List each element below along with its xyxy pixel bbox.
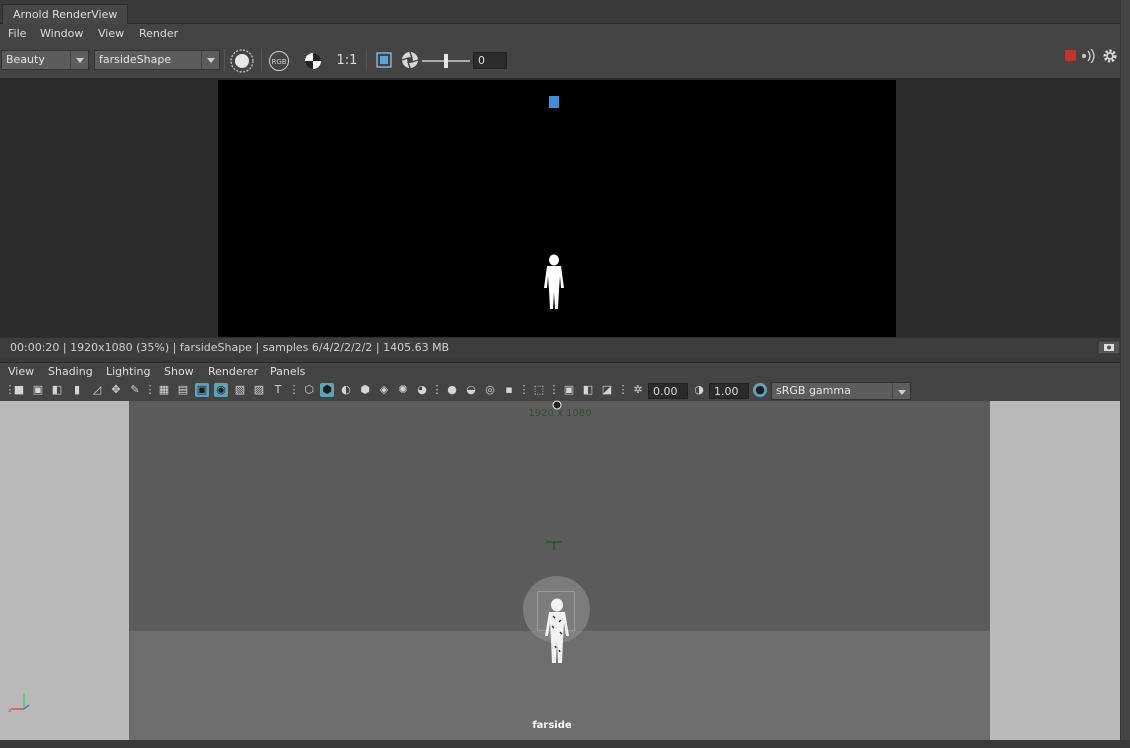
render-status-text: 00:00:20 | 1920x1080 (35%) | farsideShap… xyxy=(10,341,450,354)
xray-icon[interactable]: ◈ xyxy=(377,383,391,397)
stop-render-icon[interactable] xyxy=(1065,50,1076,61)
colorspace-dropdown-value: sRGB gamma xyxy=(776,384,851,397)
gamma-icon[interactable]: ◑ xyxy=(692,383,706,397)
bookmark-icon[interactable]: ▮ xyxy=(70,383,84,397)
viewport-menu-bar: View Shading Lighting Show Renderer Pane… xyxy=(0,363,1122,381)
toolbar-separator xyxy=(366,49,367,71)
safe-action-icon[interactable]: ▨ xyxy=(252,383,266,397)
zoom-one-to-one-button[interactable]: 1:1 xyxy=(334,51,360,71)
menu-window[interactable]: Window xyxy=(40,26,83,41)
camera-name-label: farside xyxy=(532,720,572,731)
aov-dropdown-value: Beauty xyxy=(6,53,45,66)
toolbar-separator: ⋮ xyxy=(617,383,629,396)
color-management-toggle-icon[interactable]: ● xyxy=(753,383,767,397)
depth-of-field-icon[interactable]: ▪ xyxy=(502,383,516,397)
rendered-image[interactable] xyxy=(218,80,896,337)
field-chart-icon[interactable]: ▧ xyxy=(233,383,247,397)
motion-blur-icon[interactable]: ◒ xyxy=(464,383,478,397)
toolbar-separator: ⋮ xyxy=(144,383,156,396)
renderview-toolbar: Beauty farsideShape RGB 1:1 0 xyxy=(0,43,1130,78)
camera-select-icon[interactable]: ■ xyxy=(12,383,26,397)
locator-icon[interactable] xyxy=(545,538,563,552)
image-plane-icon[interactable]: ◿ xyxy=(90,383,104,397)
viewport-gamma-field[interactable]: 1.00 xyxy=(709,383,749,399)
toolbar-separator: ⋮ xyxy=(518,383,530,396)
chevron-down-icon xyxy=(892,383,910,399)
2d-pan-zoom-icon[interactable]: ✥ xyxy=(109,383,123,397)
vp-menu-lighting[interactable]: Lighting xyxy=(106,364,150,379)
gate-mask-icon[interactable]: ◉ xyxy=(214,383,228,397)
svg-text:x: x xyxy=(8,707,12,714)
xray-active-icon[interactable]: ◧ xyxy=(581,383,595,397)
default-material-icon[interactable]: ◐ xyxy=(339,383,353,397)
camera-dropdown[interactable]: farsideShape xyxy=(94,50,220,70)
window-bottom-border xyxy=(0,740,1130,748)
character-model[interactable] xyxy=(541,598,573,664)
selection-marker-icon xyxy=(549,96,559,108)
broadcast-icon[interactable] xyxy=(1080,48,1098,64)
smooth-shade-icon[interactable]: ⬢ xyxy=(320,383,334,397)
render-status-bar: 00:00:20 | 1920x1080 (35%) | farsideShap… xyxy=(0,337,1122,357)
axis-gizmo-icon: x xyxy=(8,693,30,714)
toolbar-separator: ⋮ xyxy=(288,383,300,396)
alpha-checker-icon[interactable] xyxy=(303,51,323,71)
viewport-exposure-field[interactable]: 0.00 xyxy=(648,383,688,399)
renderview-menu-bar: File Window View Render xyxy=(0,24,1130,43)
render-button-icon[interactable] xyxy=(229,48,255,74)
resolution-gate-icon[interactable]: ▣ xyxy=(195,383,209,397)
menu-file[interactable]: File xyxy=(8,26,26,41)
camera-attributes-icon[interactable]: ▣ xyxy=(31,383,45,397)
grid-icon[interactable]: ▦ xyxy=(157,383,171,397)
window-tab-strip: Arnold RenderView xyxy=(0,0,1130,24)
camera-bookmark-icon[interactable]: ◧ xyxy=(50,383,64,397)
wireframe-icon[interactable]: ⬡ xyxy=(302,383,316,397)
aov-dropdown[interactable]: Beauty xyxy=(1,50,89,70)
window-right-border xyxy=(1120,0,1130,748)
anti-aliasing-icon[interactable]: ◎ xyxy=(483,383,497,397)
grease-pencil-icon[interactable]: ✎ xyxy=(128,383,142,397)
screen-space-ao-icon[interactable]: ● xyxy=(445,383,459,397)
window-tab-arnold-renderview[interactable]: Arnold RenderView xyxy=(2,4,129,24)
vp-menu-show[interactable]: Show xyxy=(164,364,194,379)
toolbar-separator: ⋮ xyxy=(548,383,560,396)
rendered-character-silhouette xyxy=(544,254,564,309)
isolate-select-icon[interactable]: ⬚ xyxy=(532,383,546,397)
backface-culling-icon[interactable]: ◪ xyxy=(600,383,614,397)
exposure-value-field[interactable]: 0 xyxy=(473,52,507,69)
colorspace-dropdown[interactable]: sRGB gamma xyxy=(771,382,911,400)
toolbar-separator xyxy=(261,49,262,71)
film-gate-icon[interactable]: ▤ xyxy=(176,383,190,397)
rgb-channel-icon[interactable]: RGB xyxy=(268,50,290,72)
chevron-down-icon xyxy=(70,51,88,69)
chevron-down-icon xyxy=(201,51,219,69)
menu-view[interactable]: View xyxy=(98,26,124,41)
camera-dropdown-value: farsideShape xyxy=(99,53,172,66)
menu-render[interactable]: Render xyxy=(139,26,178,41)
vp-menu-panels[interactable]: Panels xyxy=(270,364,305,379)
textured-icon[interactable]: ⬢ xyxy=(358,383,372,397)
safe-title-icon[interactable]: T xyxy=(271,383,285,397)
aperture-icon[interactable] xyxy=(400,50,420,70)
toolbar-separator xyxy=(224,49,225,71)
vp-menu-view[interactable]: View xyxy=(8,364,34,379)
crop-region-icon[interactable] xyxy=(374,50,394,70)
shadows-icon[interactable]: ◕ xyxy=(415,383,429,397)
rgb-label: RGB xyxy=(271,58,286,66)
toolbar-separator: ⋮ xyxy=(431,383,443,396)
xray-joints-icon[interactable]: ▣ xyxy=(562,383,576,397)
use-all-lights-icon[interactable]: ✺ xyxy=(396,383,410,397)
vp-menu-renderer[interactable]: Renderer xyxy=(208,364,258,379)
exposure-aperture-icon[interactable]: ✲ xyxy=(631,383,645,397)
mouse-cursor-icon xyxy=(552,400,562,410)
exposure-slider[interactable] xyxy=(420,51,472,71)
gear-icon[interactable] xyxy=(1102,48,1118,64)
vp-menu-shading[interactable]: Shading xyxy=(48,364,93,379)
snapshot-camera-icon[interactable] xyxy=(1097,340,1121,355)
